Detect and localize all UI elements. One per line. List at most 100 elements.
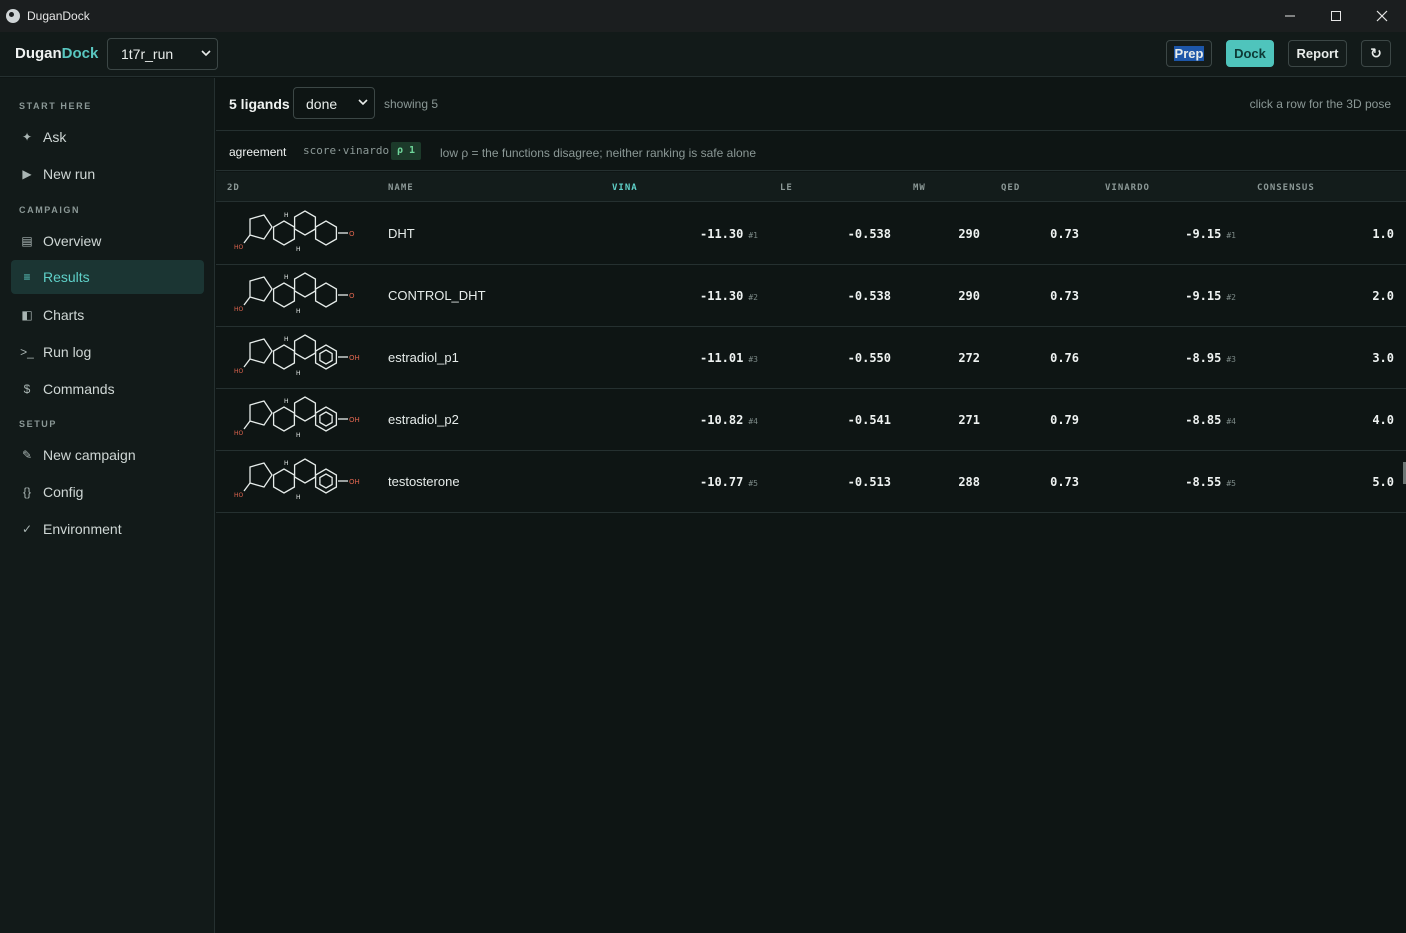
ligand-efficiency: -0.541 xyxy=(847,413,891,427)
agreement-label: agreement xyxy=(229,145,287,159)
vinardo-score: -9.15 #2 xyxy=(1185,289,1236,303)
svg-text:OH: OH xyxy=(349,416,360,424)
section-start-here: START HERE xyxy=(19,101,92,111)
prep-button[interactable]: Prep xyxy=(1166,40,1212,67)
consensus-score: 3.0 xyxy=(1372,351,1394,365)
braces-icon: {} xyxy=(22,485,31,499)
svg-text:H: H xyxy=(284,398,289,405)
structure-thumbnail: HOHHO xyxy=(234,272,355,315)
table-row[interactable]: HO H H O CONTROL_DHT -11.30 #2 -0.538 290 0.… xyxy=(216,265,1406,327)
svg-text:O: O xyxy=(349,292,355,300)
chevron-down-icon xyxy=(201,50,211,57)
svg-text:HO: HO xyxy=(234,244,244,251)
table-row[interactable]: HO H H O DHT -11.30 #1 -0.538 290 0.73 -9.15… xyxy=(216,203,1406,265)
refresh-icon[interactable]: ↻ xyxy=(1361,40,1391,67)
vina-score: -11.30 #2 xyxy=(700,289,758,303)
row-click-hint: click a row for the 3D pose xyxy=(1249,97,1391,111)
column-vinardo[interactable]: VINARDO xyxy=(1105,183,1150,193)
molecular-weight: 290 xyxy=(958,227,980,241)
consensus-score: 1.0 xyxy=(1372,227,1394,241)
ligand-name: testosterone xyxy=(388,474,460,489)
sidebar-item-overview[interactable]: ▤ Overview xyxy=(11,224,204,258)
run-select-value: 1t7r_run xyxy=(121,46,174,62)
column-name[interactable]: NAME xyxy=(388,183,414,193)
sparkle-icon: ✦ xyxy=(21,130,33,144)
dock-button[interactable]: Dock xyxy=(1226,40,1274,67)
ligand-name: estradiol_p1 xyxy=(388,350,459,365)
sidebar-item-label: Commands xyxy=(43,381,115,397)
sidebar-item-commands[interactable]: $ Commands xyxy=(11,372,204,406)
ligand-efficiency: -0.550 xyxy=(847,351,891,365)
table-row[interactable]: HO H H OH estradiol_p1 -11.01 #3 -0.550 272 … xyxy=(216,327,1406,389)
sidebar-item-ask[interactable]: ✦ Ask xyxy=(11,120,204,154)
report-button[interactable]: Report xyxy=(1288,40,1347,67)
column-vina[interactable]: VINA xyxy=(612,183,638,193)
molecular-weight: 288 xyxy=(958,475,980,489)
section-setup: SETUP xyxy=(19,419,58,429)
qed-score: 0.73 xyxy=(1050,227,1079,241)
sidebar-item-run-log[interactable]: >_ Run log xyxy=(11,335,204,369)
chart-icon: ◧ xyxy=(21,308,33,322)
svg-text:HO: HO xyxy=(234,492,244,499)
sidebar-item-label: Ask xyxy=(43,129,67,145)
status-filter-select[interactable]: done xyxy=(293,87,375,119)
brand-logo: DuganDock xyxy=(15,45,99,62)
close-icon[interactable] xyxy=(1359,0,1405,32)
pencil-icon: ✎ xyxy=(21,448,33,462)
table-row[interactable]: HO H H OH estradiol_p2 -10.82 #4 -0.541 271 … xyxy=(216,389,1406,451)
sidebar-item-environment[interactable]: ✓ Environment xyxy=(11,512,204,546)
svg-text:H: H xyxy=(296,308,301,315)
svg-text:H: H xyxy=(284,274,289,281)
svg-text:H: H xyxy=(296,246,301,253)
table-header: 2D NAME VINA LE MW QED VINARDO CONSENSUS xyxy=(216,172,1406,202)
vinardo-score: -9.15 #1 xyxy=(1185,227,1236,241)
structure-thumbnail: HOHHOH xyxy=(234,334,360,377)
table-row[interactable]: HO H H OH testosterone -10.77 #5 -0.513 288 … xyxy=(216,451,1406,513)
column-2d: 2D xyxy=(227,183,240,193)
structure-thumbnail: HOHHOH xyxy=(234,458,360,501)
sidebar-item-label: Charts xyxy=(43,307,85,323)
section-campaign: CAMPAIGN xyxy=(19,205,81,215)
sidebar-item-label: Results xyxy=(43,269,90,285)
agreement-pair: score·vinardo xyxy=(303,144,390,157)
column-qed[interactable]: QED xyxy=(1001,183,1020,193)
svg-text:H: H xyxy=(296,370,301,377)
sidebar-item-label: Overview xyxy=(43,233,102,249)
consensus-score: 2.0 xyxy=(1372,289,1394,303)
svg-text:HO: HO xyxy=(234,306,244,313)
check-icon: ✓ xyxy=(21,522,33,536)
molecular-weight: 290 xyxy=(958,289,980,303)
molecular-weight: 271 xyxy=(958,413,980,427)
column-consensus[interactable]: CONSENSUS xyxy=(1257,183,1315,193)
chevron-down-icon xyxy=(358,99,368,106)
minimize-icon[interactable] xyxy=(1267,0,1313,32)
window-titlebar: DuganDock xyxy=(0,0,1406,32)
sidebar-item-results[interactable]: ≡ Results xyxy=(11,260,204,294)
consensus-score: 4.0 xyxy=(1372,413,1394,427)
dollar-icon: $ xyxy=(23,382,31,396)
app-logo-icon xyxy=(6,9,20,23)
ligand-efficiency: -0.538 xyxy=(847,227,891,241)
sidebar-item-new-campaign[interactable]: ✎ New campaign xyxy=(11,438,204,472)
sidebar-item-charts[interactable]: ◧ Charts xyxy=(11,298,204,332)
run-select[interactable]: 1t7r_run xyxy=(107,38,218,70)
vinardo-score: -8.95 #3 xyxy=(1185,351,1236,365)
column-le[interactable]: LE xyxy=(780,183,793,193)
sidebar-item-label: New run xyxy=(43,166,96,182)
vina-score: -10.82 #4 xyxy=(700,413,758,427)
agreement-note: low ρ = the functions disagree; neither … xyxy=(440,146,757,160)
sidebar-item-new-run[interactable]: ▶ New run xyxy=(11,157,204,191)
sidebar-item-config[interactable]: {} Config xyxy=(11,475,204,509)
agreement-bar: agreement score·vinardo ρ 1 low ρ = the … xyxy=(216,132,1406,171)
sidebar-item-label: Environment xyxy=(43,521,122,537)
molecular-weight: 272 xyxy=(958,351,980,365)
svg-text:H: H xyxy=(284,336,289,343)
column-mw[interactable]: MW xyxy=(913,183,926,193)
svg-text:O: O xyxy=(349,230,355,238)
svg-text:H: H xyxy=(284,460,289,467)
qed-score: 0.73 xyxy=(1050,475,1079,489)
maximize-icon[interactable] xyxy=(1313,0,1359,32)
results-panel: 5 ligands done showing 5 click a row for… xyxy=(216,78,1406,933)
structure-thumbnail: HOHHO xyxy=(234,210,355,253)
vina-score: -11.01 #3 xyxy=(700,351,758,365)
